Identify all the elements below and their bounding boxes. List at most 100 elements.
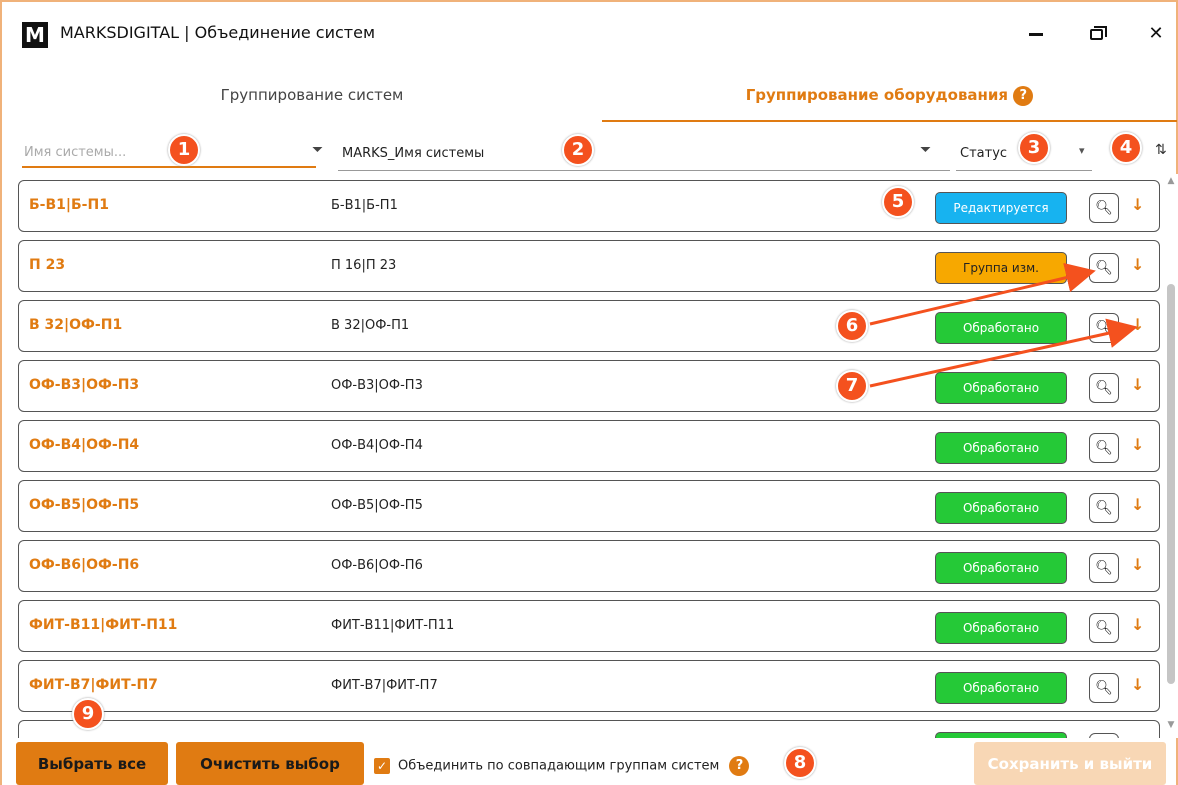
list-scrollbar[interactable]: ▲ ▼ (1164, 174, 1178, 738)
systems-list: Б-В1|Б-П1 Б-В1|Б-П1 Редактируется 🔍︎ ↓ П 23 П … (18, 174, 1162, 738)
status-dropdown-chevron-icon[interactable]: ▾ (1079, 144, 1085, 157)
marks-system-name: В 32|ОФ-П1 (331, 318, 410, 333)
tab-equipment-label: Группирование оборудования (745, 86, 1009, 104)
status-badge[interactable]: Группа изм. (935, 252, 1067, 284)
arrow-down-icon[interactable]: ↓ (1131, 315, 1144, 334)
table-row[interactable]: ФИТ-В7|ФИТ-П7 ФИТ-В7|ФИТ-П7 Обработано 🔍︎ ↓ (18, 660, 1160, 712)
close-button[interactable]: ✕ (1136, 16, 1176, 52)
arrow-down-icon[interactable]: ↓ (1131, 675, 1144, 694)
system-name: Б-В1|Б-П1 (29, 197, 109, 213)
arrow-down-icon[interactable]: ↓ (1131, 255, 1144, 274)
arrow-down-icon[interactable]: ↓ (1131, 735, 1144, 738)
tab-bar: Группирование систем Группирование обору… (2, 72, 1177, 124)
search-icon[interactable]: 🔍︎ (1089, 433, 1119, 463)
app-window: M MARKSDIGITAL | Объединение систем ✕ Гр… (0, 0, 1178, 785)
search-icon[interactable]: 🔍︎ (1089, 553, 1119, 583)
annotation-marker-4: 4 (1110, 132, 1142, 164)
annotation-marker-3: 3 (1018, 132, 1050, 164)
scroll-up-icon[interactable]: ▲ (1164, 176, 1178, 188)
arrow-down-icon[interactable]: ↓ (1131, 555, 1144, 574)
table-row[interactable]: В 32|ОФ-П1 В 32|ОФ-П1 Обработано 🔍︎ ↓ (18, 300, 1160, 352)
annotation-marker-7: 7 (836, 370, 868, 402)
sort-icon[interactable]: ⇅ (1155, 142, 1167, 158)
help-icon[interactable]: ? (1013, 85, 1034, 106)
system-name: ОФ-В3|ОФ-П3 (29, 377, 140, 393)
marks-system-name: ОФ-В3|ОФ-П3 (331, 378, 423, 393)
scroll-down-icon[interactable]: ▼ (1164, 720, 1178, 732)
annotation-marker-6: 6 (836, 310, 868, 342)
system-name: ОФ-В6|ОФ-П6 (29, 557, 140, 573)
system-name: ФИТ-В7|ФИТ-П7 (29, 677, 158, 693)
clear-selection-button[interactable]: Очистить выбор (176, 742, 364, 785)
arrow-down-icon[interactable]: ↓ (1131, 375, 1144, 394)
arrow-down-icon[interactable]: ↓ (1131, 615, 1144, 634)
system-name: ОФ-В4|ОФ-П4 (29, 437, 140, 453)
scroll-thumb[interactable] (1167, 284, 1175, 684)
status-filter-label[interactable]: Статус (960, 146, 1007, 161)
status-badge[interactable]: Редактируется (935, 192, 1067, 224)
arrow-down-icon[interactable]: ↓ (1131, 495, 1144, 514)
table-row[interactable]: П 23 П 16|П 23 Группа изм. 🔍︎ ↓ (18, 240, 1160, 292)
search-icon[interactable]: 🔍︎ (1089, 313, 1119, 343)
marks-system-name: П 16|П 23 (331, 258, 397, 273)
status-filter-underline (956, 170, 1092, 171)
system-name: В 32|ОФ-П1 (29, 317, 123, 333)
status-badge[interactable]: Обработано (935, 312, 1067, 344)
table-row[interactable]: ОФ-В6|ОФ-П6 ОФ-В6|ОФ-П6 Обработано 🔍︎ ↓ (18, 540, 1160, 592)
select-all-button[interactable]: Выбрать все (16, 742, 168, 785)
maximize-button[interactable] (1076, 16, 1116, 52)
status-badge[interactable]: Обработано (935, 672, 1067, 704)
status-badge[interactable]: Обработано (935, 492, 1067, 524)
minimize-icon (1029, 32, 1043, 36)
marks-system-name: ОФ-В4|ОФ-П4 (331, 438, 423, 453)
filter-icon[interactable]: ⏷ (312, 142, 323, 158)
search-icon[interactable]: 🔍︎ (1089, 373, 1119, 403)
search-icon[interactable]: 🔍︎ (1089, 613, 1119, 643)
search-icon[interactable]: 🔍︎ (1089, 733, 1119, 738)
minimize-button[interactable] (1016, 16, 1056, 52)
footer-bar: Выбрать все Очистить выбор ✓ Объединить п… (2, 740, 1176, 785)
restore-icon (1089, 25, 1107, 40)
tab-systems-label: Группирование систем (220, 86, 404, 104)
table-row[interactable]: 🔍︎ ↓ (18, 720, 1160, 738)
table-row[interactable]: ФИТ-В11|ФИТ-П11 ФИТ-В11|ФИТ-П11 Обработано… (18, 600, 1160, 652)
search-icon[interactable]: 🔍︎ (1089, 493, 1119, 523)
search-icon[interactable]: 🔍︎ (1089, 193, 1119, 223)
marks-name-filter-label[interactable]: MARKS_Имя системы (342, 146, 484, 161)
close-icon: ✕ (1148, 23, 1164, 44)
annotation-marker-1: 1 (168, 134, 200, 166)
status-badge[interactable]: Обработано (935, 432, 1067, 464)
marks-system-name: ОФ-В5|ОФ-П5 (331, 498, 423, 513)
merge-checkbox[interactable]: ✓ (374, 758, 390, 774)
annotation-marker-5: 5 (882, 186, 914, 218)
annotation-marker-9: 9 (72, 698, 104, 730)
search-icon[interactable]: 🔍︎ (1089, 253, 1119, 283)
save-and-exit-button[interactable]: Сохранить и выйти (974, 742, 1166, 785)
arrow-down-icon[interactable]: ↓ (1131, 435, 1144, 454)
annotation-marker-2: 2 (562, 134, 594, 166)
arrow-down-icon[interactable]: ↓ (1131, 195, 1144, 214)
app-logo: M (22, 22, 48, 48)
table-row[interactable]: ОФ-В4|ОФ-П4 ОФ-В4|ОФ-П4 Обработано 🔍︎ ↓ (18, 420, 1160, 472)
status-badge[interactable]: Обработано (935, 372, 1067, 404)
table-row[interactable]: Б-В1|Б-П1 Б-В1|Б-П1 Редактируется 🔍︎ ↓ (18, 180, 1160, 232)
window-title: MARKSDIGITAL | Объединение систем (60, 23, 376, 42)
status-badge[interactable] (935, 732, 1067, 738)
marks-system-name: ФИТ-В7|ФИТ-П7 (331, 678, 438, 693)
tab-systems-grouping[interactable]: Группирование систем (122, 72, 502, 122)
status-badge[interactable]: Обработано (935, 552, 1067, 584)
table-row[interactable]: ОФ-В3|ОФ-П3 ОФ-В3|ОФ-П3 Обработано 🔍︎ ↓ (18, 360, 1160, 412)
annotation-marker-8: 8 (784, 747, 816, 779)
help-icon[interactable]: ? (729, 756, 750, 776)
merge-checkbox-wrap[interactable]: ✓ Объединить по совпадающим группам систе… (374, 756, 750, 776)
system-name: П 23 (29, 257, 66, 273)
marks-system-name: ОФ-В6|ОФ-П6 (331, 558, 423, 573)
search-icon[interactable]: 🔍︎ (1089, 673, 1119, 703)
status-badge[interactable]: Обработано (935, 612, 1067, 644)
marks-filter-underline (338, 170, 950, 171)
tab-equipment-grouping[interactable]: Группирование оборудования ? (602, 72, 1177, 122)
marks-filter-icon[interactable]: ⏷ (920, 142, 931, 158)
title-bar: M MARKSDIGITAL | Объединение систем ✕ (2, 2, 1176, 64)
system-name: ФИТ-В11|ФИТ-П11 (29, 617, 178, 633)
table-row[interactable]: ОФ-В5|ОФ-П5 ОФ-В5|ОФ-П5 Обработано 🔍︎ ↓ (18, 480, 1160, 532)
